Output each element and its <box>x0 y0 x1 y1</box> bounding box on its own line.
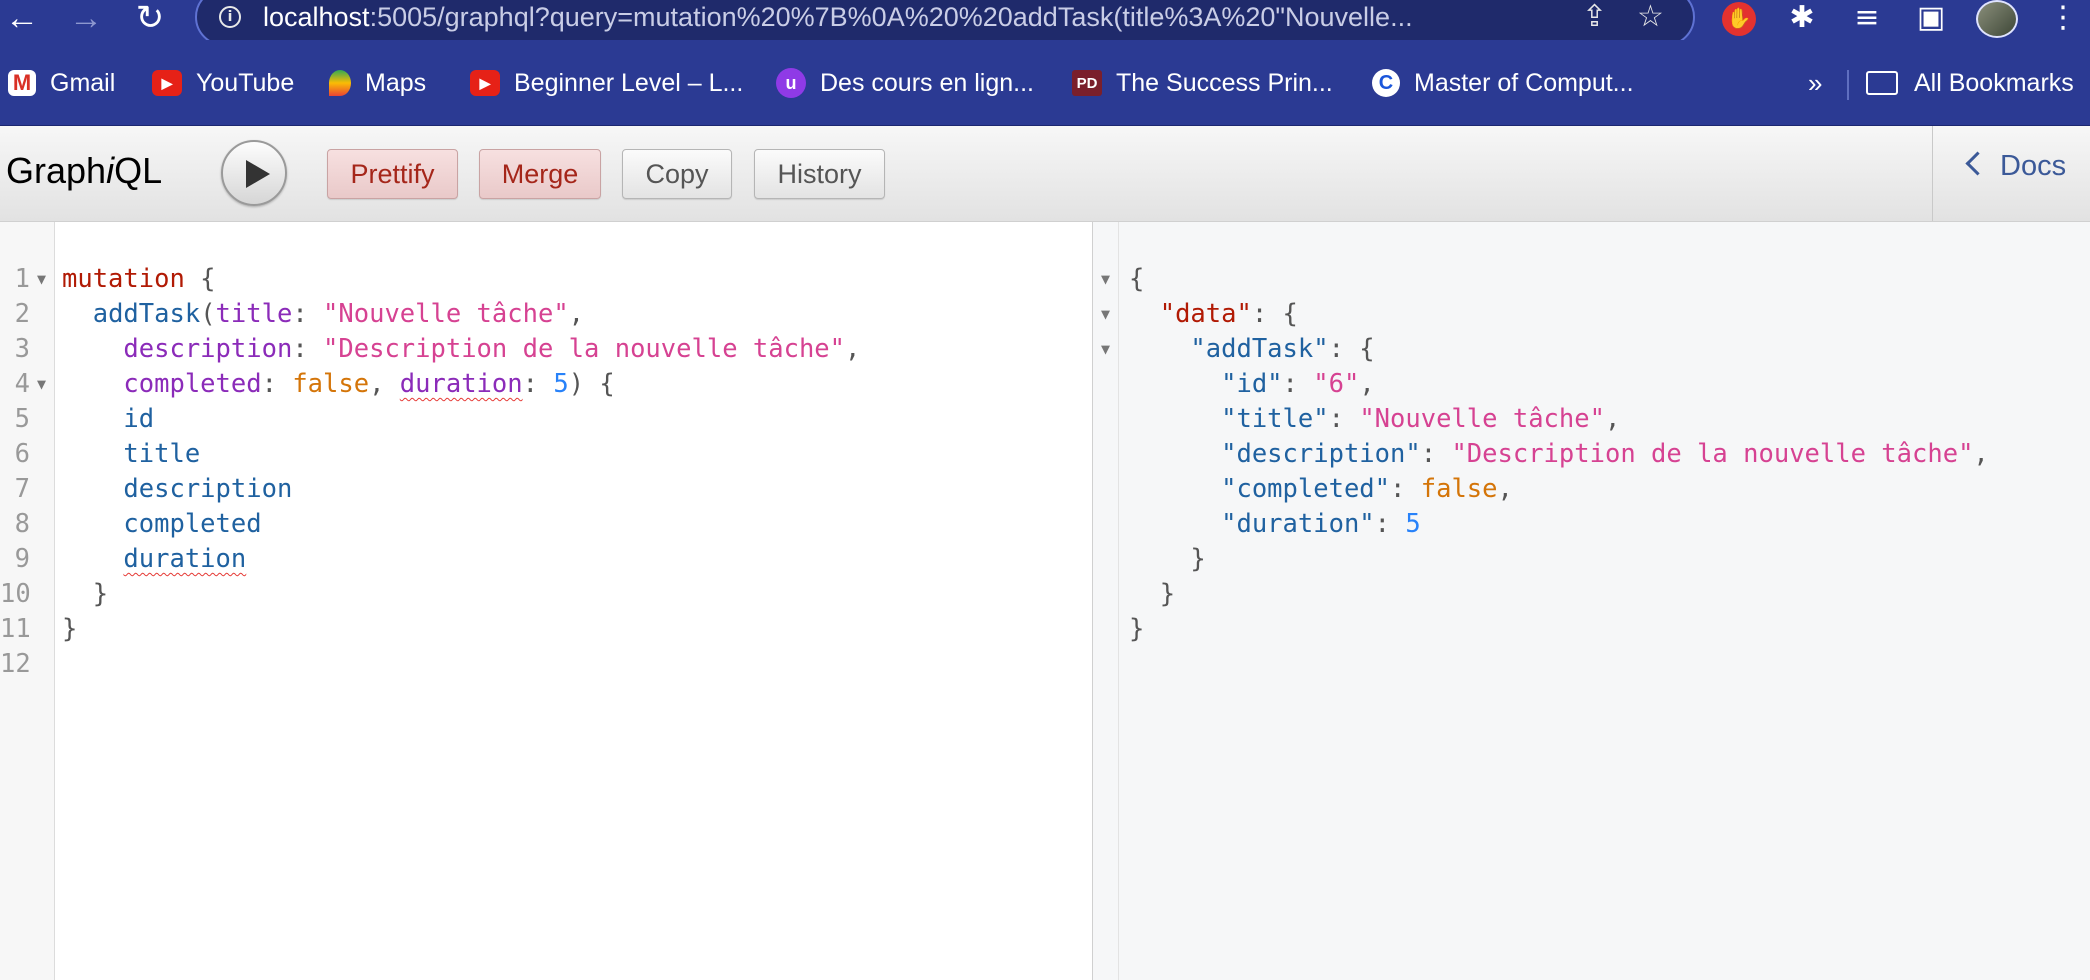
line-number: 8 <box>14 509 30 539</box>
maps-pin-icon <box>329 70 351 96</box>
graphiql-logo: GraphiQL <box>6 150 163 191</box>
line-number: 6 <box>14 439 30 469</box>
fold-arrow-icon[interactable]: ▼ <box>1101 262 1110 297</box>
code-line: completed: false, duration: 5) { <box>123 369 615 399</box>
info-icon[interactable]: i <box>219 6 241 28</box>
json-line: } <box>1129 544 1206 574</box>
docs-button[interactable]: Docs <box>1965 150 2066 183</box>
bookmark-label: YouTube <box>196 68 295 97</box>
all-bookmarks-label: All Bookmarks <box>1914 68 2074 97</box>
profile-avatar[interactable] <box>1976 0 2018 38</box>
browser-toolbar: ← → ↻ i localhost:5005/graphql?query=mut… <box>0 0 2090 46</box>
play-icon <box>246 160 270 188</box>
bookmarks-divider <box>1847 70 1849 100</box>
result-viewer[interactable]: ▼ ▼ ▼ { "data": { "addTask": { "id": "6"… <box>1092 222 2090 980</box>
overflow-chevron-icon: » <box>1808 67 1823 98</box>
youtube-icon: ▶ <box>470 70 500 96</box>
url-text[interactable]: localhost:5005/graphql?query=mutation%20… <box>263 0 1563 36</box>
code-line: } <box>62 614 78 644</box>
code-line: id <box>123 404 155 434</box>
bookmark-label: Des cours en lign... <box>820 68 1034 97</box>
line-number: 3 <box>14 334 30 364</box>
docs-explorer-toggle-area: Docs <box>1932 126 2090 221</box>
star-icon[interactable]: ☆ <box>1637 0 1664 36</box>
bookmark-label: Gmail <box>50 68 116 97</box>
bookmark-label: The Success Prin... <box>1116 68 1333 97</box>
graphiql-toolbar: GraphiQL Prettify Merge Copy History Doc… <box>0 126 2090 222</box>
extensions-puzzle-icon[interactable]: ✱ <box>1785 0 1819 36</box>
fold-arrow-icon[interactable]: ▼ <box>37 367 46 402</box>
line-number: 4 <box>14 369 30 399</box>
line-number: 10 <box>0 579 31 609</box>
bookmark-label: Maps <box>365 68 427 97</box>
gmail-icon: M <box>8 70 36 96</box>
bookmark-label: Master of Comput... <box>1414 68 1634 97</box>
bookmark-master-of-computer[interactable]: C Master of Comput... <box>1372 40 1634 126</box>
bookmark-youtube[interactable]: ▶ YouTube <box>152 40 294 126</box>
udemy-icon: u <box>776 68 806 98</box>
code-line: title <box>123 439 201 469</box>
reading-list-icon[interactable]: ≡ <box>1850 0 1884 36</box>
json-line: } <box>1129 579 1176 609</box>
json-line: } <box>1129 614 1145 644</box>
code-line: completed <box>123 509 262 539</box>
json-line: "description": "Description de la nouvel… <box>1221 439 1989 469</box>
bookmarks-bar: M Gmail ▶ YouTube Maps ▶ Beginner Level … <box>0 40 2090 126</box>
json-line: "duration": 5 <box>1221 509 1421 539</box>
json-line: "title": "Nouvelle tâche", <box>1221 404 1621 434</box>
site-favicon-icon: PD <box>1072 70 1102 96</box>
json-line: "addTask": { <box>1190 334 1375 364</box>
coursera-icon: C <box>1372 69 1400 97</box>
bookmark-label: Beginner Level – L... <box>514 68 744 97</box>
history-button[interactable]: History <box>754 149 885 199</box>
json-line: "data": { <box>1159 299 1298 329</box>
query-editor[interactable]: 1 2 3 4 5 6 7 8 9 10 11 12 ▼ ▼ mutation … <box>0 222 1092 980</box>
line-number: 2 <box>14 299 30 329</box>
fold-arrow-icon[interactable]: ▼ <box>37 262 46 297</box>
json-line: { <box>1129 264 1145 294</box>
json-line: "id": "6", <box>1221 369 1375 399</box>
merge-button[interactable]: Merge <box>479 149 601 199</box>
bookmark-success-principles[interactable]: PD The Success Prin... <box>1072 40 1333 126</box>
back-arrow-icon[interactable]: ← <box>2 0 42 36</box>
reload-icon[interactable]: ↻ <box>130 0 170 36</box>
extension-hand-icon[interactable]: ✋ <box>1722 2 1756 36</box>
fold-arrow-icon[interactable]: ▼ <box>1101 297 1110 332</box>
bookmark-beginner-level[interactable]: ▶ Beginner Level – L... <box>470 40 743 126</box>
line-number: 1 <box>14 264 30 294</box>
prettify-button[interactable]: Prettify <box>327 149 458 199</box>
side-panel-icon[interactable]: ▣ <box>1914 0 1948 36</box>
line-number: 5 <box>14 404 30 434</box>
code-line: addTask(title: "Nouvelle tâche", <box>92 299 585 329</box>
fold-arrow-icon[interactable]: ▼ <box>1101 332 1110 367</box>
line-number: 12 <box>0 649 31 679</box>
line-number: 7 <box>14 474 30 504</box>
bookmark-maps[interactable]: Maps <box>329 40 426 126</box>
line-number: 9 <box>14 544 30 574</box>
share-icon[interactable]: ⇪ <box>1582 0 1607 36</box>
bookmark-gmail[interactable]: M Gmail <box>8 40 115 126</box>
code-line: description: "Description de la nouvelle… <box>123 334 861 364</box>
copy-button[interactable]: Copy <box>622 149 732 199</box>
code-line: duration <box>123 544 247 574</box>
code-line: mutation { <box>62 264 216 294</box>
all-bookmarks-button[interactable]: All Bookmarks <box>1866 40 2074 126</box>
menu-kebab-icon[interactable]: ⋮ <box>2048 0 2078 36</box>
bookmarks-overflow-button[interactable]: » <box>1808 40 1822 126</box>
forward-arrow-icon[interactable]: → <box>66 0 106 36</box>
chevron-left-icon <box>1965 151 1990 176</box>
folder-icon <box>1866 71 1898 95</box>
code-line: } <box>62 579 109 609</box>
youtube-icon: ▶ <box>152 70 182 96</box>
execute-query-button[interactable] <box>221 140 287 206</box>
json-line: "completed": false, <box>1221 474 1513 504</box>
line-number: 11 <box>0 614 31 644</box>
bookmark-des-cours[interactable]: u Des cours en lign... <box>776 40 1034 126</box>
code-line: description <box>123 474 293 504</box>
